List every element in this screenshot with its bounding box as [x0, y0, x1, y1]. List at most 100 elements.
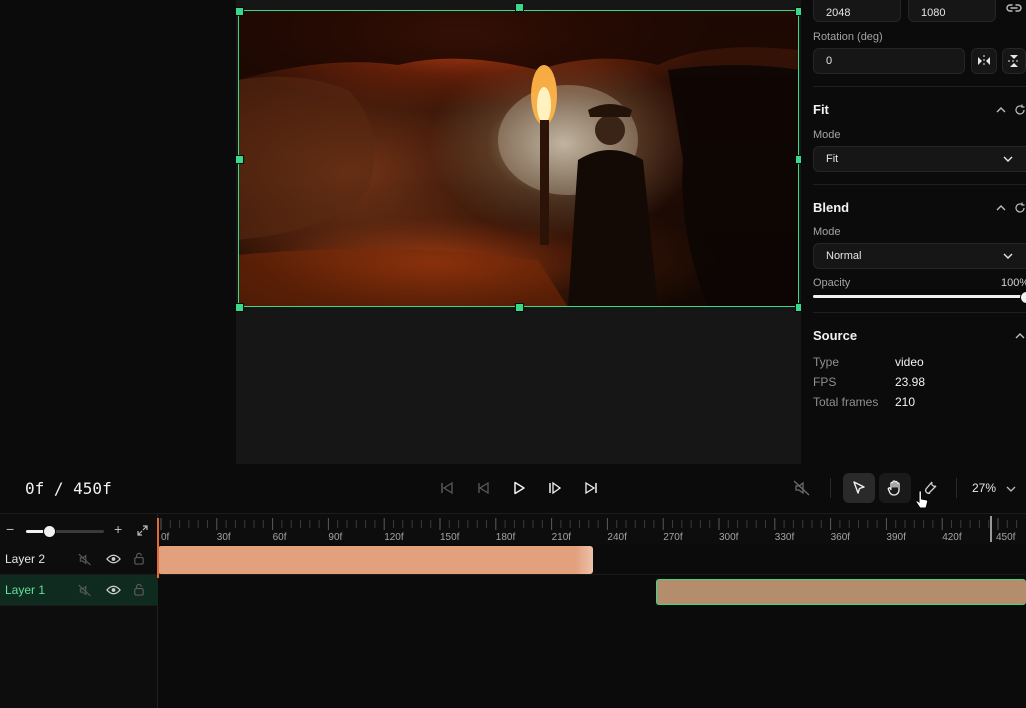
reset-icon[interactable]: [1014, 202, 1026, 214]
flip-horizontal-button[interactable]: [971, 48, 997, 74]
muted-speaker-icon: [793, 480, 810, 496]
toolbar-divider: [830, 478, 831, 498]
video-frame[interactable]: [238, 10, 799, 307]
mute-icon[interactable]: [78, 553, 92, 566]
fit-section-title: Fit: [813, 102, 829, 117]
flip-vertical-button[interactable]: [1002, 48, 1026, 74]
ruler-tick-label: 90f: [328, 532, 343, 543]
resize-handle-left[interactable]: [235, 155, 244, 164]
resize-handle-top[interactable]: [515, 3, 524, 12]
ruler-tick-label: 450f: [996, 532, 1016, 543]
track-row-layer-1[interactable]: Layer 1: [0, 575, 1026, 606]
fit-mode-select[interactable]: Fit: [813, 146, 1026, 172]
source-fps-value: 23.98: [895, 375, 926, 389]
ruler-tick-label: 240f: [607, 532, 627, 543]
collapse-chevron-icon[interactable]: [1014, 330, 1026, 342]
ruler-tick-label: 0f: [161, 532, 170, 543]
video-clip-layer-2[interactable]: [158, 546, 593, 574]
source-total-frames-value: 210: [895, 395, 916, 409]
reset-icon[interactable]: [1014, 104, 1026, 116]
play-button[interactable]: [505, 474, 533, 502]
blend-section-title: Blend: [813, 200, 850, 215]
opacity-slider-track[interactable]: [813, 295, 1026, 298]
timecode-display: 0f / 450f: [25, 479, 112, 498]
width-field[interactable]: 2048: [813, 0, 901, 22]
track-name[interactable]: Layer 2: [5, 552, 45, 566]
step-forward-icon: [549, 481, 562, 495]
opacity-label: Opacity: [813, 277, 851, 289]
height-field[interactable]: 1080: [908, 0, 996, 22]
timeline-zoom-thumb[interactable]: [43, 525, 56, 538]
hand-tool-button[interactable]: [879, 473, 911, 503]
playhead[interactable]: [157, 518, 159, 578]
step-forward-button[interactable]: [541, 474, 569, 502]
collapse-chevron-icon[interactable]: [995, 104, 1007, 116]
source-type-value: video: [895, 355, 924, 369]
zoom-level[interactable]: 27%: [972, 481, 996, 495]
skip-to-start-icon: [441, 481, 453, 495]
ruler-tick-label: 420f: [942, 532, 962, 543]
resize-handle-top-left[interactable]: [235, 7, 244, 16]
hand-icon: [887, 480, 900, 496]
skip-to-end-button[interactable]: [577, 474, 605, 502]
flip-vertical-icon: [1008, 55, 1020, 67]
ruler-tick-label: 210f: [551, 532, 572, 543]
resize-handle-bottom[interactable]: [515, 303, 524, 312]
timeline-zoom-slider[interactable]: [26, 530, 104, 533]
select-tool-button[interactable]: [843, 473, 875, 503]
step-back-button[interactable]: [469, 474, 497, 502]
zoom-in-icon[interactable]: +: [114, 521, 122, 537]
source-type-key: Type: [813, 355, 840, 369]
collapse-chevron-icon[interactable]: [995, 202, 1007, 214]
link-icon[interactable]: [1006, 2, 1022, 17]
ruler-tick-label: 390f: [886, 532, 906, 543]
toolbar-divider: [956, 478, 957, 498]
chevron-down-icon: [1003, 253, 1013, 259]
blend-mode-label: Mode: [813, 226, 841, 238]
mute-toggle-button[interactable]: [786, 473, 818, 503]
ruler-tick-label: 60f: [272, 532, 287, 543]
cursor-arrow-icon: [853, 481, 865, 494]
unlock-icon[interactable]: [133, 583, 145, 596]
opacity-slider-thumb[interactable]: [1020, 291, 1026, 304]
expand-icon[interactable]: [137, 525, 148, 536]
skip-to-start-button[interactable]: [433, 474, 461, 502]
ruler-tick-label: 150f: [440, 532, 460, 543]
ruler-tick-label: 120f: [384, 532, 404, 543]
section-divider: [813, 86, 1026, 87]
fit-mode-label: Mode: [813, 129, 841, 141]
video-clip-layer-1[interactable]: [656, 579, 1026, 605]
resize-handle-bottom-left[interactable]: [235, 303, 244, 312]
opacity-value: 100%: [1001, 277, 1026, 289]
zoom-chevron-down-icon[interactable]: [1005, 483, 1017, 495]
unlock-icon[interactable]: [133, 552, 145, 565]
pointer-hand-cursor-icon: [915, 490, 929, 509]
eye-icon[interactable]: [106, 553, 121, 565]
rotation-label: Rotation (deg): [813, 31, 883, 43]
ruler-tick-label: 300f: [719, 532, 739, 543]
blend-mode-select[interactable]: Normal: [813, 243, 1026, 269]
source-section-title: Source: [813, 328, 858, 343]
flip-horizontal-icon: [978, 55, 990, 67]
ruler-tick-label: 360f: [830, 532, 851, 543]
ruler-tick-label: 270f: [663, 532, 683, 543]
ruler-tick-label: 330f: [774, 532, 795, 543]
mute-icon[interactable]: [78, 584, 92, 597]
source-fps-key: FPS: [813, 375, 837, 389]
step-back-icon: [478, 481, 489, 495]
section-divider: [813, 184, 1026, 185]
opacity-slider-fill: [813, 295, 1026, 298]
track-name[interactable]: Layer 1: [5, 583, 45, 597]
ruler-tick-label: 180f: [495, 532, 516, 543]
eye-icon[interactable]: [106, 584, 121, 596]
source-total-frames-key: Total frames: [813, 395, 879, 409]
rotation-field[interactable]: 0: [813, 48, 965, 74]
properties-panel: 2048 1080 Rotation (deg) 0 Fit Mode Fit …: [801, 0, 1026, 464]
ruler-tick-label: 30f: [216, 532, 231, 543]
play-icon: [514, 481, 525, 495]
chevron-down-icon: [1003, 156, 1013, 162]
skip-to-end-icon: [585, 481, 597, 495]
video-scene: [238, 10, 799, 307]
track-row-layer-2[interactable]: Layer 2: [0, 544, 1026, 575]
zoom-out-icon[interactable]: −: [6, 521, 14, 537]
